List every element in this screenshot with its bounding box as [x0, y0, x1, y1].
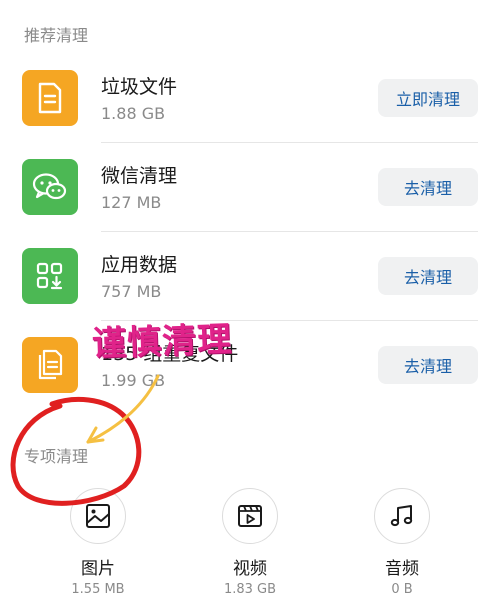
image-icon: [70, 488, 126, 544]
item-name: 应用数据: [101, 254, 178, 276]
tool-images[interactable]: 图片 1.55 MB: [38, 488, 158, 597]
music-icon: [374, 488, 430, 544]
tool-size: 1.55 MB: [71, 582, 125, 597]
item-size: 127 MB: [101, 193, 162, 212]
tool-audio[interactable]: 音频 0 B: [342, 488, 462, 597]
list-item-wechat[interactable]: 微信清理 127 MB 去清理: [0, 159, 500, 247]
video-icon: [222, 488, 278, 544]
list-item-junk-files[interactable]: 垃圾文件 1.88 GB 立即清理: [0, 70, 500, 158]
wechat-icon: [22, 159, 78, 215]
tool-size: 0 B: [391, 582, 413, 597]
caution-annotation-text: 谨慎清理: [91, 319, 233, 365]
tool-name: 音频: [385, 559, 419, 579]
clean-now-button[interactable]: 立即清理: [378, 79, 478, 117]
tool-name: 视频: [233, 559, 267, 579]
go-clean-button[interactable]: 去清理: [378, 168, 478, 206]
list-item-app-data[interactable]: 应用数据 757 MB 去清理: [0, 248, 500, 336]
go-clean-button[interactable]: 去清理: [378, 257, 478, 295]
special-section-title: 专项清理: [24, 447, 89, 466]
duplicate-file-icon: [22, 337, 78, 393]
divider: [101, 142, 478, 143]
recommended-section-title: 推荐清理: [24, 26, 89, 45]
item-name: 垃圾文件: [101, 76, 178, 98]
item-size: 1.99 GB: [101, 371, 166, 390]
item-size: 1.88 GB: [101, 104, 166, 123]
tool-name: 图片: [81, 559, 115, 579]
file-icon: [22, 70, 78, 126]
divider: [101, 231, 478, 232]
go-clean-button[interactable]: 去清理: [378, 346, 478, 384]
tool-size: 1.83 GB: [223, 582, 277, 597]
list-item-duplicate-files[interactable]: 135 组重复文件 1.99 GB 去清理: [0, 337, 500, 425]
item-size: 757 MB: [101, 282, 162, 301]
tool-videos[interactable]: 视频 1.83 GB: [190, 488, 310, 597]
item-name: 微信清理: [101, 165, 178, 187]
app-grid-icon: [22, 248, 78, 304]
